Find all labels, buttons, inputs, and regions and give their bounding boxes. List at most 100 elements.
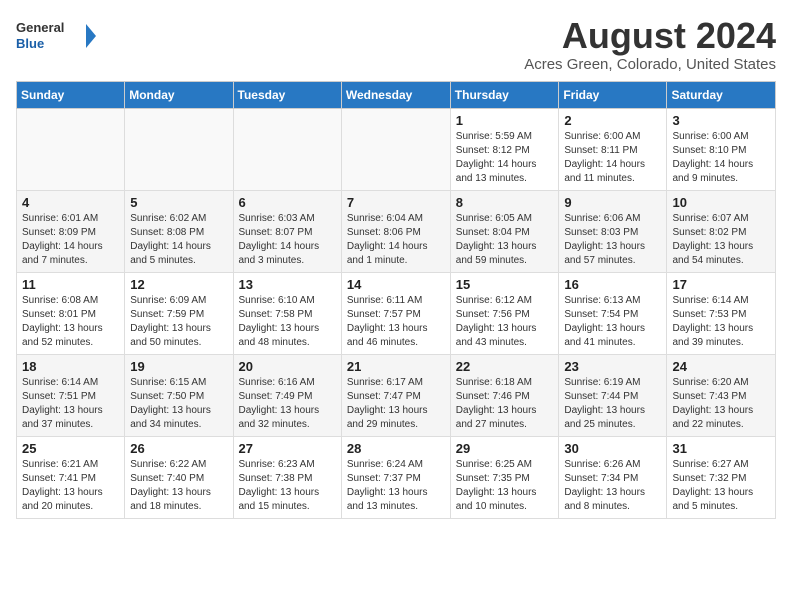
logo: General Blue	[16, 16, 96, 56]
day-number: 19	[130, 359, 227, 374]
calendar-cell	[17, 108, 125, 190]
calendar-cell: 26 Sunrise: 6:22 AMSunset: 7:40 PMDayligh…	[125, 436, 233, 518]
day-number: 31	[672, 441, 770, 456]
calendar-table: SundayMondayTuesdayWednesdayThursdayFrid…	[16, 81, 776, 519]
day-number: 23	[564, 359, 661, 374]
calendar-cell: 28 Sunrise: 6:24 AMSunset: 7:37 PMDayligh…	[341, 436, 450, 518]
col-header-friday: Friday	[559, 81, 667, 108]
calendar-cell: 12 Sunrise: 6:09 AMSunset: 7:59 PMDayligh…	[125, 272, 233, 354]
svg-text:General: General	[16, 20, 64, 35]
day-info: Sunrise: 6:07 AMSunset: 8:02 PMDaylight:…	[672, 212, 770, 268]
week-row-3: 11Sunrise: 6:08 AMSunset: 8:01 PMDayligh…	[17, 272, 776, 354]
calendar-cell: 22Sunrise: 6:18 AMSunset: 7:46 PMDayligh…	[450, 354, 559, 436]
logo-svg: General Blue	[16, 16, 96, 56]
day-info: Sunrise: 6:00 AMSunset: 8:10 PMDaylight:…	[672, 130, 770, 186]
day-info: Sunrise: 6:23 AMSunset: 7:38 PMDaylight:…	[239, 458, 336, 514]
calendar-cell: 31Sunrise: 6:27 AMSunset: 7:32 PMDayligh…	[667, 436, 776, 518]
day-info: Sunrise: 6:00 AMSunset: 8:11 PMDaylight:…	[564, 130, 661, 186]
calendar-cell: 8 Sunrise: 6:05 AMSunset: 8:04 PMDaylight…	[450, 190, 559, 272]
svg-text:Blue: Blue	[16, 36, 44, 51]
col-header-tuesday: Tuesday	[233, 81, 341, 108]
day-info: Sunrise: 6:01 AMSunset: 8:09 PMDaylight:…	[22, 212, 119, 268]
day-info: Sunrise: 6:19 AMSunset: 7:44 PMDaylight:…	[564, 376, 661, 432]
day-number: 29	[456, 441, 554, 456]
day-info: Sunrise: 6:09 AMSunset: 7:59 PMDaylight:…	[130, 294, 227, 350]
day-info: Sunrise: 6:14 AMSunset: 7:53 PMDaylight:…	[672, 294, 770, 350]
day-info: Sunrise: 6:08 AMSunset: 8:01 PMDaylight:…	[22, 294, 119, 350]
day-number: 14	[347, 277, 445, 292]
calendar-cell: 6Sunrise: 6:03 AMSunset: 8:07 PMDaylight…	[233, 190, 341, 272]
day-number: 15	[456, 277, 554, 292]
day-info: Sunrise: 6:05 AMSunset: 8:04 PMDaylight:…	[456, 212, 554, 268]
col-header-wednesday: Wednesday	[341, 81, 450, 108]
col-header-thursday: Thursday	[450, 81, 559, 108]
day-info: Sunrise: 6:06 AMSunset: 8:03 PMDaylight:…	[564, 212, 661, 268]
day-number: 30	[564, 441, 661, 456]
calendar-cell: 23 Sunrise: 6:19 AMSunset: 7:44 PMDayligh…	[559, 354, 667, 436]
week-row-2: 4Sunrise: 6:01 AMSunset: 8:09 PMDaylight…	[17, 190, 776, 272]
day-number: 10	[672, 195, 770, 210]
calendar-cell: 24Sunrise: 6:20 AMSunset: 7:43 PMDayligh…	[667, 354, 776, 436]
calendar-cell: 17 Sunrise: 6:14 AMSunset: 7:53 PMDayligh…	[667, 272, 776, 354]
day-number: 9	[564, 195, 661, 210]
day-number: 6	[239, 195, 336, 210]
day-info: Sunrise: 6:17 AMSunset: 7:47 PMDaylight:…	[347, 376, 445, 432]
calendar-cell: 10 Sunrise: 6:07 AMSunset: 8:02 PMDayligh…	[667, 190, 776, 272]
day-number: 3	[672, 113, 770, 128]
day-number: 13	[239, 277, 336, 292]
day-number: 24	[672, 359, 770, 374]
subtitle: Acres Green, Colorado, United States	[524, 56, 776, 73]
day-number: 26	[130, 441, 227, 456]
day-number: 17	[672, 277, 770, 292]
calendar-cell: 14Sunrise: 6:11 AMSunset: 7:57 PMDayligh…	[341, 272, 450, 354]
calendar-cell: 4Sunrise: 6:01 AMSunset: 8:09 PMDaylight…	[17, 190, 125, 272]
day-number: 22	[456, 359, 554, 374]
day-info: Sunrise: 6:25 AMSunset: 7:35 PMDaylight:…	[456, 458, 554, 514]
day-number: 18	[22, 359, 119, 374]
day-number: 8	[456, 195, 554, 210]
calendar-cell: 20Sunrise: 6:16 AMSunset: 7:49 PMDayligh…	[233, 354, 341, 436]
calendar-cell: 30 Sunrise: 6:26 AMSunset: 7:34 PMDayligh…	[559, 436, 667, 518]
calendar-cell: 9 Sunrise: 6:06 AMSunset: 8:03 PMDaylight…	[559, 190, 667, 272]
day-info: Sunrise: 6:24 AMSunset: 7:37 PMDaylight:…	[347, 458, 445, 514]
main-title: August 2024	[524, 16, 776, 56]
day-info: Sunrise: 6:04 AMSunset: 8:06 PMDaylight:…	[347, 212, 445, 268]
day-info: Sunrise: 6:26 AMSunset: 7:34 PMDaylight:…	[564, 458, 661, 514]
calendar-cell: 13 Sunrise: 6:10 AMSunset: 7:58 PMDayligh…	[233, 272, 341, 354]
col-header-sunday: Sunday	[17, 81, 125, 108]
title-area: August 2024 Acres Green, Colorado, Unite…	[524, 16, 776, 73]
week-row-4: 18 Sunrise: 6:14 AMSunset: 7:51 PMDayligh…	[17, 354, 776, 436]
day-number: 27	[239, 441, 336, 456]
calendar-cell: 5 Sunrise: 6:02 AMSunset: 8:08 PMDaylight…	[125, 190, 233, 272]
calendar-cell: 7 Sunrise: 6:04 AMSunset: 8:06 PMDaylight…	[341, 190, 450, 272]
day-info: Sunrise: 6:14 AMSunset: 7:51 PMDaylight:…	[22, 376, 119, 432]
calendar-cell	[341, 108, 450, 190]
day-number: 12	[130, 277, 227, 292]
day-info: Sunrise: 6:22 AMSunset: 7:40 PMDaylight:…	[130, 458, 227, 514]
day-info: Sunrise: 6:02 AMSunset: 8:08 PMDaylight:…	[130, 212, 227, 268]
day-info: Sunrise: 5:59 AMSunset: 8:12 PMDaylight:…	[456, 130, 554, 186]
calendar-cell: 15 Sunrise: 6:12 AMSunset: 7:56 PMDayligh…	[450, 272, 559, 354]
day-number: 25	[22, 441, 119, 456]
day-info: Sunrise: 6:15 AMSunset: 7:50 PMDaylight:…	[130, 376, 227, 432]
calendar-cell: 16Sunrise: 6:13 AMSunset: 7:54 PMDayligh…	[559, 272, 667, 354]
col-header-monday: Monday	[125, 81, 233, 108]
calendar-cell: 11Sunrise: 6:08 AMSunset: 8:01 PMDayligh…	[17, 272, 125, 354]
calendar-cell	[233, 108, 341, 190]
day-number: 5	[130, 195, 227, 210]
calendar-cell: 25Sunrise: 6:21 AMSunset: 7:41 PMDayligh…	[17, 436, 125, 518]
calendar-cell: 27 Sunrise: 6:23 AMSunset: 7:38 PMDayligh…	[233, 436, 341, 518]
calendar-cell: 19 Sunrise: 6:15 AMSunset: 7:50 PMDayligh…	[125, 354, 233, 436]
header: General Blue August 2024 Acres Green, Co…	[16, 16, 776, 73]
day-info: Sunrise: 6:10 AMSunset: 7:58 PMDaylight:…	[239, 294, 336, 350]
calendar-cell: 2Sunrise: 6:00 AMSunset: 8:11 PMDaylight…	[559, 108, 667, 190]
day-number: 28	[347, 441, 445, 456]
day-info: Sunrise: 6:13 AMSunset: 7:54 PMDaylight:…	[564, 294, 661, 350]
day-info: Sunrise: 6:12 AMSunset: 7:56 PMDaylight:…	[456, 294, 554, 350]
header-row: SundayMondayTuesdayWednesdayThursdayFrid…	[17, 81, 776, 108]
calendar-cell: 29 Sunrise: 6:25 AMSunset: 7:35 PMDayligh…	[450, 436, 559, 518]
day-number: 7	[347, 195, 445, 210]
day-number: 21	[347, 359, 445, 374]
calendar-cell: 21 Sunrise: 6:17 AMSunset: 7:47 PMDayligh…	[341, 354, 450, 436]
week-row-5: 25Sunrise: 6:21 AMSunset: 7:41 PMDayligh…	[17, 436, 776, 518]
